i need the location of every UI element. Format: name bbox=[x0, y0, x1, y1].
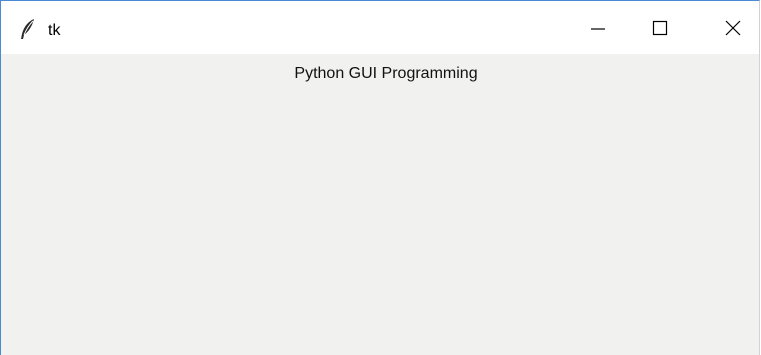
minimize-button[interactable] bbox=[568, 1, 628, 54]
maximize-icon bbox=[652, 20, 668, 36]
close-icon bbox=[725, 20, 741, 36]
title-bar[interactable]: tk bbox=[1, 1, 759, 54]
maximize-button[interactable] bbox=[630, 1, 690, 54]
minimize-icon bbox=[590, 20, 606, 36]
client-area: Python GUI Programming bbox=[1, 54, 759, 355]
tk-window: tk Python GUI Programming bbox=[0, 0, 760, 355]
close-button[interactable] bbox=[703, 1, 761, 54]
feather-icon bbox=[19, 18, 37, 40]
content-label: Python GUI Programming bbox=[294, 65, 478, 82]
window-title: tk bbox=[48, 22, 61, 39]
